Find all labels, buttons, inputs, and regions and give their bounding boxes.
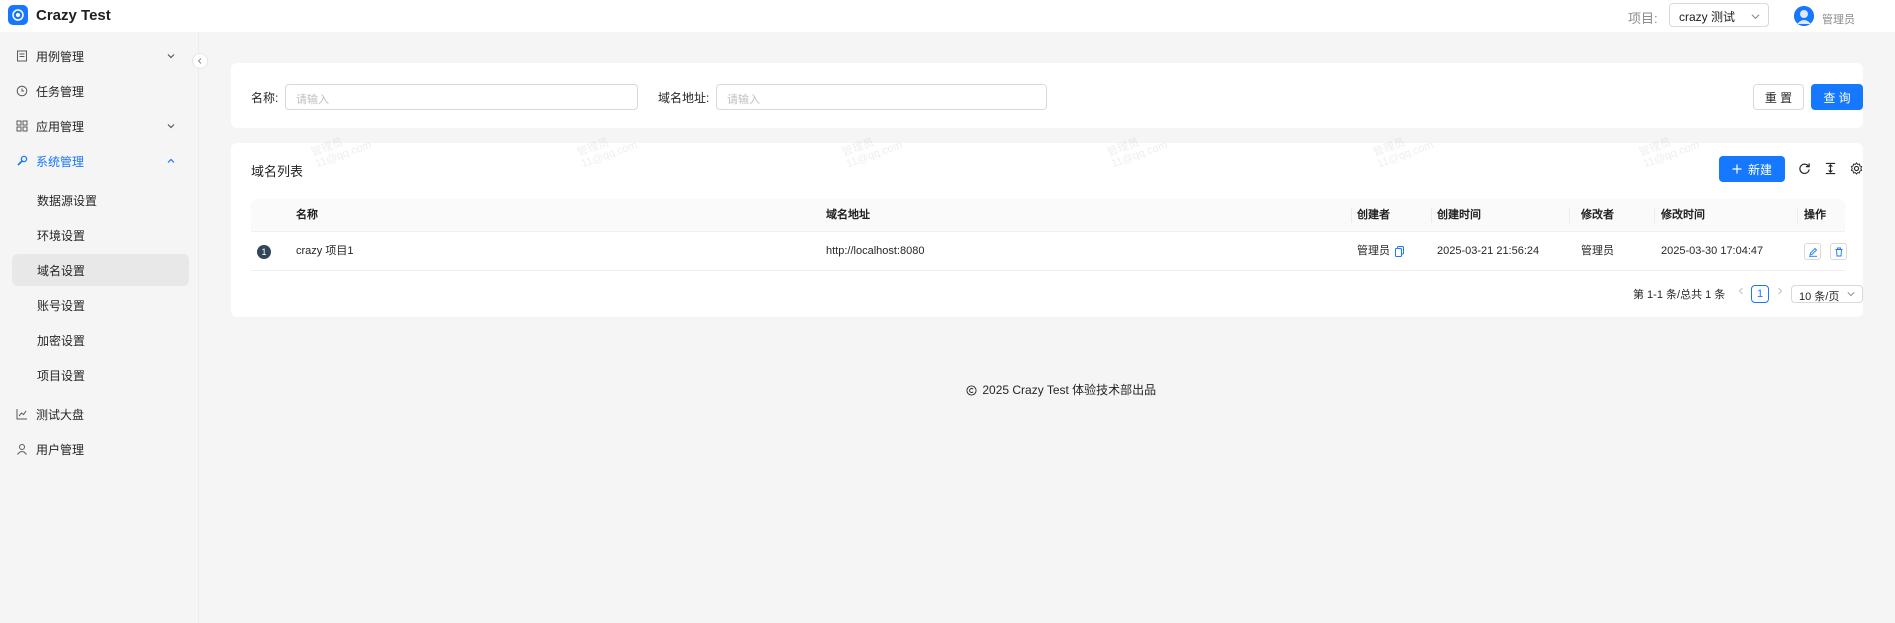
prev-page-icon[interactable] xyxy=(1737,286,1745,299)
cell-domain: http://localhost:8080 xyxy=(826,245,925,257)
sidebar-collapse-button[interactable] xyxy=(192,53,208,69)
query-button[interactable]: 查 询 xyxy=(1811,84,1863,110)
name-input[interactable]: 请输入 xyxy=(285,84,638,110)
search-form-card: 名称: 请输入 域名地址: 请输入 重 置 查 询 xyxy=(231,63,1863,128)
chevron-down-icon xyxy=(166,120,176,134)
top-header: Crazy Test 项目: crazy 测试 管理员 xyxy=(0,0,1895,32)
sidebar-item-case-management[interactable]: 用例管理 xyxy=(12,40,188,72)
footer: 2025 Crazy Test 体验技术部出品 xyxy=(966,381,1156,399)
chevron-down-icon xyxy=(1847,289,1855,301)
new-domain-label: 新建 xyxy=(1747,162,1772,177)
sidebar-sub-item-domain[interactable]: 域名设置 xyxy=(12,254,189,286)
domain-table-card: 域名列表 新建 名称 域名地址 创建者 创建时间 修改者 修改时间 操作 1 c… xyxy=(231,143,1863,317)
project-select[interactable]: crazy 测试 xyxy=(1669,3,1769,27)
delete-icon xyxy=(1834,247,1844,257)
chevron-left-icon xyxy=(196,54,204,68)
sidebar-sub-item-label: 数据源设置 xyxy=(37,193,98,208)
cell-modifier: 管理员 xyxy=(1581,245,1614,257)
chevron-up-icon xyxy=(166,155,176,169)
user-name[interactable]: 管理员 xyxy=(1822,11,1855,27)
table-header: 名称 域名地址 创建者 创建时间 修改者 修改时间 操作 xyxy=(251,199,1845,232)
column-header-name[interactable]: 名称 xyxy=(296,199,318,232)
user-icon xyxy=(16,443,28,455)
column-divider xyxy=(1351,208,1352,223)
row-index-badge: 1 xyxy=(257,245,271,259)
sidebar-sub-item-account[interactable]: 账号设置 xyxy=(12,289,189,321)
project-label: 项目: xyxy=(1628,11,1658,26)
column-header-actions: 操作 xyxy=(1804,209,1826,221)
next-page-icon[interactable] xyxy=(1776,286,1784,299)
page-size-select[interactable]: 10 条/页 xyxy=(1791,285,1863,303)
sidebar-item-label: 用例管理 xyxy=(36,49,85,64)
column-header-created-at[interactable]: 创建时间 xyxy=(1437,199,1481,232)
project-select-value: crazy 测试 xyxy=(1679,10,1736,24)
chevron-down-icon xyxy=(1751,10,1760,24)
reset-button[interactable]: 重 置 xyxy=(1753,84,1804,110)
cell-modified-at: 2025-03-30 17:04:47 xyxy=(1661,245,1764,257)
sidebar-item-user-management[interactable]: 用户管理 xyxy=(12,433,188,465)
table-row: 1 crazy 项目1 http://localhost:8080 管理员 20… xyxy=(251,232,1847,271)
sidebar-sub-item-encryption[interactable]: 加密设置 xyxy=(12,324,189,356)
page-number-current[interactable]: 1 xyxy=(1751,285,1769,303)
column-header-creator[interactable]: 创建者 xyxy=(1357,199,1390,232)
name-input-placeholder: 请输入 xyxy=(296,94,329,106)
new-domain-button[interactable]: 新建 xyxy=(1719,156,1785,182)
chevron-down-icon xyxy=(166,50,176,64)
delete-button[interactable] xyxy=(1830,243,1847,260)
setting-icon[interactable] xyxy=(1848,160,1864,176)
sidebar-sub-item-environment[interactable]: 环境设置 xyxy=(12,219,189,251)
sidebar-item-label: 用户管理 xyxy=(36,442,85,457)
sidebar-sub-item-label: 加密设置 xyxy=(37,333,86,348)
table-title: 域名列表 xyxy=(251,164,304,179)
sidebar-item-task-management[interactable]: 任务管理 xyxy=(12,75,188,107)
column-header-modified-at[interactable]: 修改时间 xyxy=(1661,199,1705,232)
tool-icon xyxy=(16,155,28,167)
line-chart-icon xyxy=(16,408,28,420)
sidebar-sub-item-label: 账号设置 xyxy=(37,298,86,313)
column-header-modifier[interactable]: 修改者 xyxy=(1581,199,1614,232)
column-divider xyxy=(1654,208,1655,223)
copy-icon[interactable] xyxy=(1395,233,1404,260)
sidebar-item-app-management[interactable]: 应用管理 xyxy=(12,110,188,142)
app-logo-icon[interactable] xyxy=(8,5,28,25)
sidebar: 用例管理 任务管理 应用管理 系统管理 数据源设置 环境设置 域名设置 账号设置… xyxy=(0,32,199,623)
file-text-icon xyxy=(16,50,28,62)
reload-icon[interactable] xyxy=(1796,160,1812,176)
appstore-icon xyxy=(16,120,28,132)
sidebar-sub-item-label: 域名设置 xyxy=(37,263,86,278)
sidebar-sub-item-label: 项目设置 xyxy=(37,368,86,383)
sidebar-item-label: 系统管理 xyxy=(36,154,85,169)
sidebar-item-system-management[interactable]: 系统管理 xyxy=(12,145,188,177)
edit-button[interactable] xyxy=(1804,243,1821,260)
pagination-summary: 第 1-1 条/总共 1 条 xyxy=(1633,289,1726,301)
plus-icon xyxy=(1732,164,1742,174)
domain-input-placeholder: 请输入 xyxy=(727,94,760,106)
column-divider xyxy=(1569,208,1570,223)
cell-name: crazy 项目1 xyxy=(296,245,354,257)
cell-creator: 管理员 xyxy=(1357,245,1390,257)
column-header-domain[interactable]: 域名地址 xyxy=(826,199,870,232)
column-height-icon[interactable] xyxy=(1822,160,1838,176)
domain-label: 域名地址: xyxy=(658,91,710,105)
cell-created-at: 2025-03-21 21:56:24 xyxy=(1437,245,1540,257)
page-size-value: 10 条/页 xyxy=(1799,291,1840,303)
domain-input[interactable]: 请输入 xyxy=(716,84,1047,110)
edit-icon xyxy=(1808,247,1818,257)
sidebar-item-label: 测试大盘 xyxy=(36,407,85,422)
app-title: Crazy Test xyxy=(36,7,111,24)
name-label: 名称: xyxy=(251,91,279,105)
copyright-icon xyxy=(966,385,977,399)
sidebar-sub-item-datasource[interactable]: 数据源设置 xyxy=(12,184,189,216)
column-divider xyxy=(1431,208,1432,223)
clock-icon xyxy=(16,85,28,97)
sidebar-sub-item-label: 环境设置 xyxy=(37,228,86,243)
avatar[interactable] xyxy=(1794,6,1814,26)
footer-text: 2025 Crazy Test 体验技术部出品 xyxy=(982,383,1157,397)
sidebar-sub-item-project[interactable]: 项目设置 xyxy=(12,359,189,391)
sidebar-item-label: 应用管理 xyxy=(36,119,85,134)
sidebar-item-test-dashboard[interactable]: 测试大盘 xyxy=(12,398,188,430)
column-divider xyxy=(1797,208,1798,223)
sidebar-item-label: 任务管理 xyxy=(36,84,85,99)
